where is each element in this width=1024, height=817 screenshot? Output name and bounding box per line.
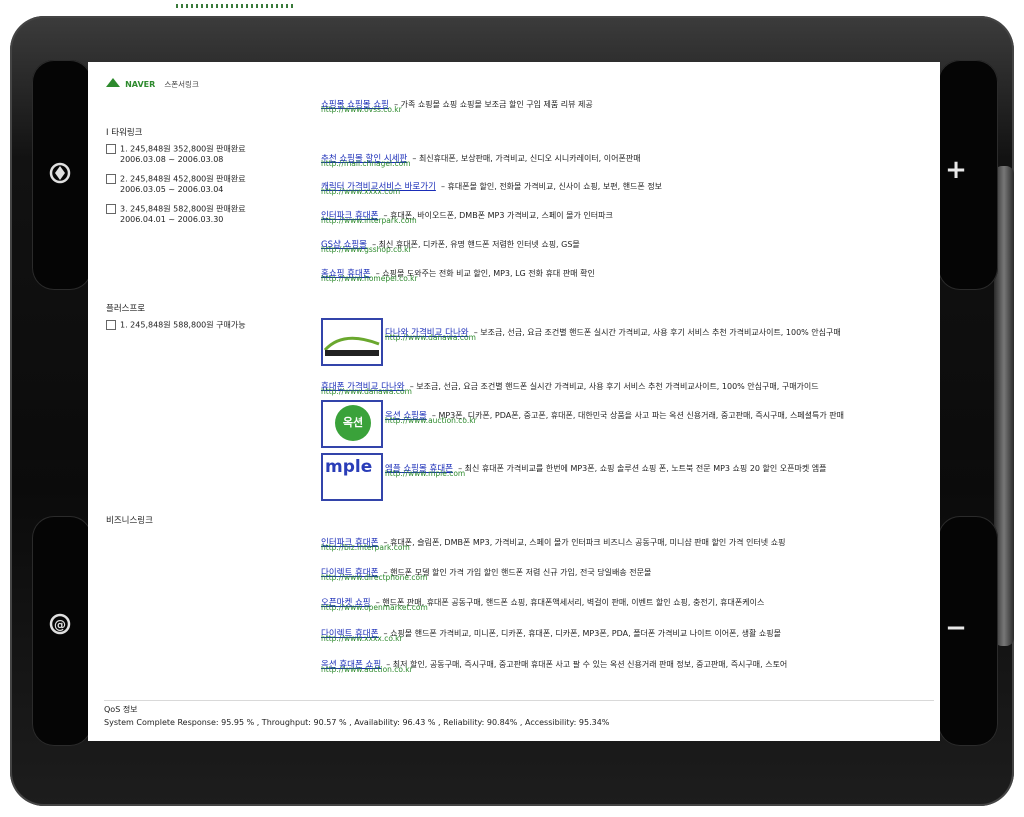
ad-url[interactable]: http://www.homepel.co.kr	[321, 274, 418, 283]
sidebar-item[interactable]: 1. 245,848원 352,800원 판매완료 2006.03.08 ~ 2…	[106, 144, 246, 165]
item-checkbox[interactable]	[106, 144, 116, 154]
qos-title: QoS 정보	[104, 705, 138, 714]
ad-url[interactable]: http://www.mple.com	[385, 469, 465, 478]
mple-thumbnail[interactable]: mple	[321, 453, 383, 501]
sidebar-section-title: 플러스프로	[106, 304, 146, 314]
ad-url[interactable]: http://www.xxxx.com	[321, 187, 400, 196]
ad-url[interactable]: http://www.danawa.com	[385, 333, 476, 342]
mple-logo: mple	[325, 457, 373, 477]
refresh-icon[interactable]: @	[48, 612, 72, 636]
sidebar-section-title: Ⅰ 타워링크	[106, 128, 143, 138]
ad-desc: – 가족 쇼핑몰 쇼핑 쇼핑몰 보조금 할인 구입 제품 리뷰 제공	[394, 100, 593, 109]
ad-desc: – 휴대폰몰 할인, 전화몰 가격비교, 신사이 쇼핑, 보편, 핸드폰 정보	[440, 182, 663, 191]
ad-url[interactable]: http://www.auction.co.kr	[321, 665, 413, 674]
zoom-out-button[interactable]: −	[944, 614, 968, 642]
auction-logo: 옥션	[335, 405, 371, 441]
item-checkbox[interactable]	[106, 174, 116, 184]
ad-desc: – 최저 할인, 공동구매, 즉시구매, 중고판매 휴대폰 사고 팔 수 있는 …	[386, 660, 788, 669]
ad-desc: – 최신 휴대폰 가격비교를 한번에 MP3폰, 쇼핑 솔루션 쇼핑 폰, 노트…	[458, 464, 827, 473]
ad-desc: – MP3폰, 디카폰, PDA폰, 중고폰, 휴대폰, 대한민국 상품을 사고…	[431, 411, 845, 420]
ad-url[interactable]: http://www.openmarket.com	[321, 603, 428, 612]
top-dots-decoration	[176, 4, 296, 8]
ad-url[interactable]: http://www.directphone.com	[321, 573, 427, 582]
ad-url[interactable]: http://www.xxxx.co.kr	[321, 634, 403, 643]
screen: NAVER 스폰서링크 쇼핑몰 쇼핑몰 쇼핑 – 가족 쇼핑몰 쇼핑 쇼핑몰 보…	[88, 62, 940, 741]
svg-text:@: @	[54, 618, 66, 632]
qos-metrics: System Complete Response: 95.95 % , Thro…	[104, 718, 610, 727]
ad-url[interactable]: http://www.interpark.com	[321, 216, 417, 225]
ad-desc: – 휴대폰, 바이오드폰, DMB폰 MP3 가격비교, 스페이 몰가 인터파크	[383, 211, 613, 220]
sponsor-label: 스폰서링크	[164, 80, 199, 89]
sidebar-item[interactable]: 3. 245,848원 582,800원 판매완료 2006.04.01 ~ 2…	[106, 204, 246, 225]
ad-url[interactable]: http://www.ovss.co.kr	[321, 105, 402, 114]
auction-thumbnail[interactable]: 옥션	[321, 400, 383, 448]
naver-logo: NAVER	[125, 80, 156, 89]
ad-url[interactable]: http://www.gsshop.co.kr	[321, 245, 412, 254]
sidebar-section-title: 비즈니스링크	[106, 516, 153, 526]
ad-url[interactable]: http://mall.chnagel.com	[321, 159, 411, 168]
naver-logo-icon	[106, 78, 120, 87]
ad-url[interactable]: http://www.auction.co.kr	[385, 416, 477, 425]
item-checkbox[interactable]	[106, 204, 116, 214]
sidebar-item[interactable]: 1. 245,848원 588,800원 구매가능	[106, 320, 246, 331]
danawa-thumbnail[interactable]	[321, 318, 383, 366]
ad-url[interactable]: http://biz.interpark.com	[321, 543, 410, 552]
ad-desc: – 쇼핑몰 핸드폰 가격비교, 미니폰, 디카폰, 휴대폰, 디카폰, MP3폰…	[383, 629, 781, 638]
top-strip	[0, 0, 1024, 14]
ad-desc: – 휴대폰, 슬림폰, DMB폰 MP3, 가격비교, 스페이 몰가 인터파크 …	[383, 538, 786, 547]
ad-desc: – 핸드폰 판매, 휴대폰 공동구매, 핸드폰 쇼핑, 휴대폰액세서리, 벽걸이…	[375, 598, 765, 607]
ad-desc: – 보조금, 선금, 요금 조건별 핸드폰 실시간 가격비교, 사용 후기 서비…	[473, 328, 841, 337]
qos-panel: QoS 정보 System Complete Response: 95.95 %…	[104, 700, 934, 728]
settings-rotate-icon[interactable]	[48, 161, 72, 185]
item-checkbox[interactable]	[106, 320, 116, 330]
sidebar-item[interactable]: 2. 245,848원 452,800원 판매완료 2006.03.05 ~ 2…	[106, 174, 246, 195]
ad-desc: – 최신휴대폰, 보상판매, 가격비교, 신디오 시니카레이터, 이어폰판매	[412, 154, 641, 163]
ad-desc: – 보조금, 선금, 요금 조건별 핸드폰 실시간 가격비교, 사용 후기 서비…	[409, 382, 819, 391]
zoom-in-button[interactable]: +	[944, 156, 968, 184]
header: NAVER 스폰서링크	[106, 72, 199, 91]
ad-url[interactable]: http://www.danawa.com	[321, 387, 412, 396]
